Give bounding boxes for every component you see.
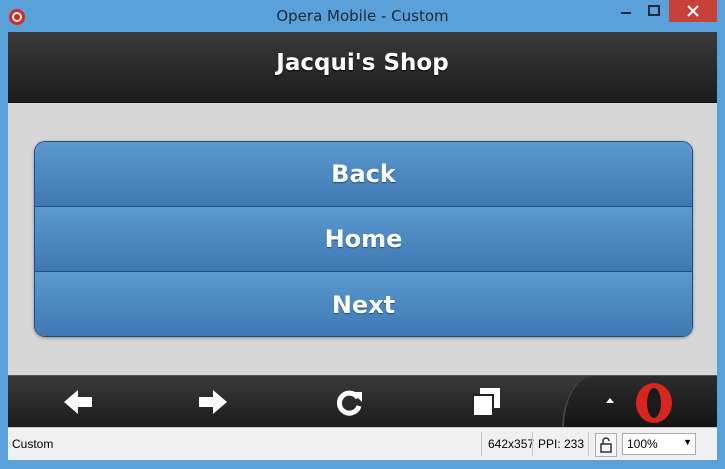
resolution-label: 642x357 — [488, 437, 535, 451]
lock-icon — [600, 437, 612, 453]
menu-up-icon[interactable] — [604, 396, 616, 406]
zoom-value: 100% — [627, 437, 658, 451]
navigation-button-group: Back Home Next — [34, 141, 693, 337]
page-header: Jacqui's Shop — [8, 32, 717, 103]
chevron-down-icon: ▼ — [683, 437, 692, 447]
rotate-lock-button[interactable] — [595, 433, 617, 457]
reload-icon[interactable] — [332, 386, 368, 418]
minimize-icon — [621, 12, 631, 14]
home-button[interactable]: Home — [35, 207, 692, 272]
maximize-icon — [648, 5, 660, 16]
divider — [481, 432, 482, 456]
next-button[interactable]: Next — [35, 272, 692, 336]
status-bar: Custom 642x357 PPI: 233 100% ▼ — [8, 427, 717, 460]
viewport: Jacqui's Shop Back Home Next Custom 642x… — [8, 32, 717, 460]
ppi-label: PPI: 233 — [538, 437, 585, 451]
divider — [532, 432, 533, 456]
close-icon — [687, 5, 699, 17]
opera-logo-icon[interactable] — [634, 382, 674, 424]
browser-toolbar — [8, 375, 717, 428]
minimize-button[interactable] — [612, 0, 640, 22]
title-bar[interactable]: Opera Mobile - Custom — [0, 0, 725, 32]
profile-label: Custom — [12, 437, 54, 451]
divider — [588, 432, 589, 456]
close-button[interactable] — [669, 0, 717, 22]
back-button[interactable]: Back — [35, 142, 692, 207]
zoom-select[interactable]: 100% ▼ — [622, 433, 696, 455]
forward-arrow-icon[interactable] — [195, 386, 231, 418]
tabs-icon[interactable] — [468, 386, 504, 418]
emulator-window: Opera Mobile - Custom Jacqui's Shop Back… — [0, 0, 725, 469]
opera-menu-panel[interactable] — [562, 376, 717, 428]
maximize-button[interactable] — [640, 0, 668, 22]
page-title: Jacqui's Shop — [276, 50, 449, 76]
back-arrow-icon[interactable] — [60, 386, 96, 418]
